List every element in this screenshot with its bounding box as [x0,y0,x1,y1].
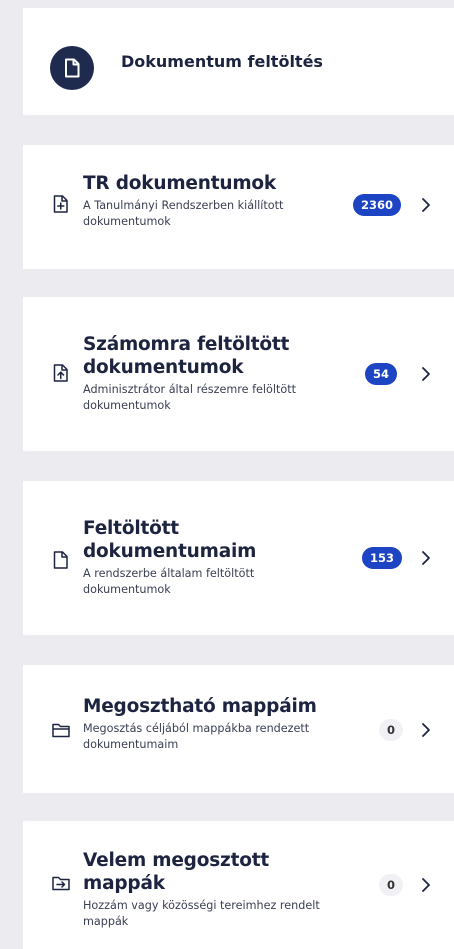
item-title: TR dokumentumok [83,173,277,194]
chevron-right-icon [421,722,431,738]
count-badge: 153 [362,547,403,569]
item-title: Feltöltött dokumentumaim [83,518,257,562]
count-badge: 2360 [353,194,402,216]
list-item-my-uploaded-documents[interactable]: Feltöltött dokumentumaim A rendszerbe ál… [23,481,454,635]
item-title: Velem megosztott mappák [83,850,270,894]
document-plus-icon [52,195,70,213]
chevron-right-icon [421,550,431,566]
chevron-right-icon [421,366,431,382]
item-description: A Tanulmányi Rendszerben kiállított doku… [83,199,284,228]
chevron-right-icon [421,877,431,893]
chevron-right-icon [421,197,431,213]
upload-title: Dokumentum feltöltés [121,52,323,71]
upload-document-card[interactable]: Dokumentum feltöltés [23,8,454,115]
document-icon [52,551,70,569]
item-description: Adminisztrátor által részemre felöltött … [83,383,296,412]
list-item-folders-shared-with-me[interactable]: Velem megosztott mappák Hozzám vagy közö… [23,821,454,949]
item-title: Megosztható mappáim [83,696,317,717]
item-description: Megosztás céljából mappákba rendezett do… [83,722,310,751]
item-description: Hozzám vagy közösségi tereimhez rendelt … [83,899,320,928]
shared-folder-icon [52,874,70,892]
count-badge: 0 [379,719,403,741]
list-item-shareable-folders[interactable]: Megosztható mappáim Megosztás céljából m… [23,665,454,793]
folder-icon [52,721,70,739]
item-title: Számomra feltöltött dokumentumok [83,334,290,378]
list-item-tr-documents[interactable]: TR dokumentumok A Tanulmányi Rendszerben… [23,145,454,269]
count-badge: 0 [379,874,403,896]
item-description: A rendszerbe általam feltöltött dokument… [83,567,255,596]
count-badge: 54 [365,363,398,385]
list-item-uploaded-for-me[interactable]: Számomra feltöltött dokumentumok Adminis… [23,297,454,451]
document-icon [50,46,94,90]
document-upload-icon [52,364,70,382]
